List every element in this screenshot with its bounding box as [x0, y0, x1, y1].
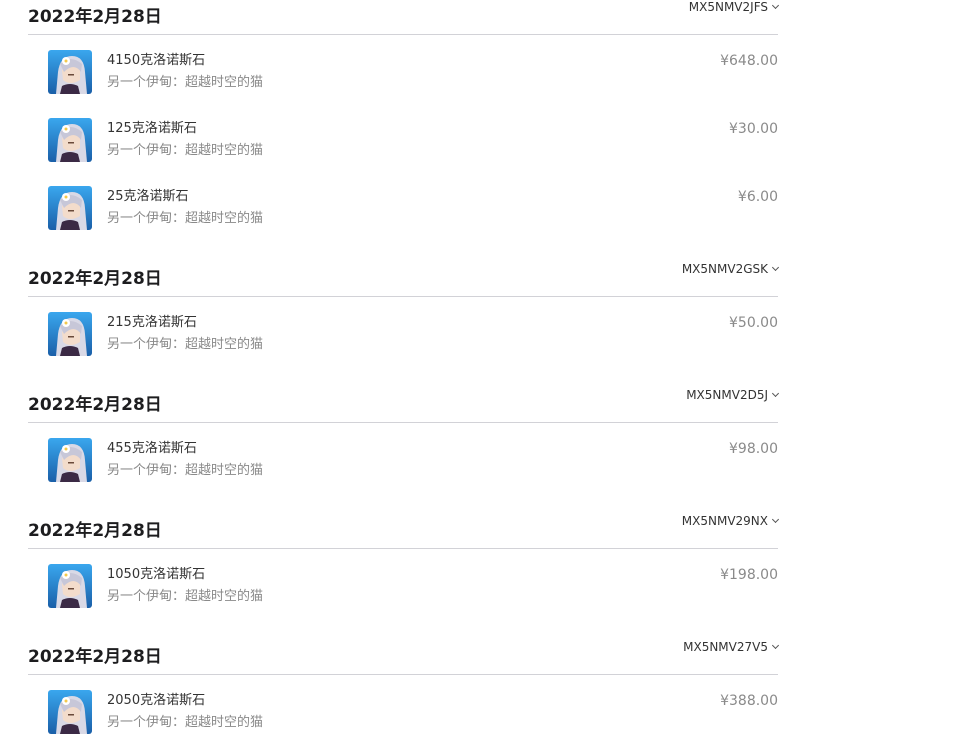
purchase-item[interactable]: 455克洛诺斯石另一个伊甸：超越时空的猫 ¥98.00	[28, 423, 778, 491]
item-price: ¥30.00	[729, 121, 778, 137]
chevron-down-icon	[771, 515, 780, 524]
order-id-toggle[interactable]: MX5NMV29NX	[681, 514, 780, 528]
order-date: 2022年2月28日	[28, 647, 162, 667]
order-group: 2022年2月28日 MX5NMV29NX 1050克洛诺斯石另一个伊甸：超越时空…	[28, 514, 780, 617]
item-app-name: 另一个伊甸：超越时空的猫	[107, 143, 264, 158]
order-group-header: 2022年2月28日 MX5NMV2D5J	[28, 388, 780, 423]
item-title: 125克洛诺斯石	[107, 121, 197, 136]
purchase-item[interactable]: 25克洛诺斯石另一个伊甸：超越时空的猫 ¥6.00	[28, 171, 778, 239]
purchase-item[interactable]: 125克洛诺斯石另一个伊甸：超越时空的猫 ¥30.00	[28, 103, 778, 171]
order-date: 2022年2月28日	[28, 521, 162, 541]
item-price: ¥6.00	[737, 189, 778, 205]
order-id-toggle[interactable]: MX5NMV2GSK	[681, 262, 780, 276]
game-character-icon	[48, 186, 92, 230]
item-app-name: 另一个伊甸：超越时空的猫	[107, 75, 264, 90]
item-title: 455克洛诺斯石	[107, 441, 197, 456]
order-id-label: MX5NMV2GSK	[681, 262, 768, 276]
item-title: 4150克洛诺斯石	[107, 53, 206, 68]
game-character-icon	[48, 50, 92, 94]
item-price: ¥198.00	[720, 567, 778, 583]
chevron-down-icon	[771, 1, 780, 10]
order-id-label: MX5NMV2JFS	[688, 0, 768, 14]
chevron-down-icon	[771, 263, 780, 272]
order-date: 2022年2月28日	[28, 269, 162, 289]
game-character-icon	[48, 438, 92, 482]
chevron-down-icon	[771, 389, 780, 398]
item-title: 2050克洛诺斯石	[107, 693, 206, 708]
chevron-down-icon	[771, 641, 780, 650]
order-id-toggle[interactable]: MX5NMV27V5	[683, 640, 780, 654]
item-app-name: 另一个伊甸：超越时空的猫	[107, 715, 264, 730]
order-group-header: 2022年2月28日 MX5NMV27V5	[28, 640, 780, 675]
item-title: 215克洛诺斯石	[107, 315, 197, 330]
purchase-item[interactable]: 1050克洛诺斯石另一个伊甸：超越时空的猫 ¥198.00	[28, 549, 778, 617]
order-id-toggle[interactable]: MX5NMV2D5J	[686, 388, 780, 402]
game-character-icon	[48, 564, 92, 608]
order-group-header: 2022年2月28日 MX5NMV2JFS	[28, 0, 780, 35]
purchase-history-list: 2022年2月28日 MX5NMV2JFS 4150克洛诺斯石另一个伊甸：超越时空…	[28, 0, 780, 743]
game-character-icon	[48, 690, 92, 734]
order-group-header: 2022年2月28日 MX5NMV29NX	[28, 514, 780, 549]
item-price: ¥98.00	[729, 441, 778, 457]
item-app-name: 另一个伊甸：超越时空的猫	[107, 589, 264, 604]
purchase-item[interactable]: 2050克洛诺斯石另一个伊甸：超越时空的猫 ¥388.00	[28, 675, 778, 743]
game-character-icon	[48, 312, 92, 356]
order-group: 2022年2月28日 MX5NMV27V5 2050克洛诺斯石另一个伊甸：超越时空…	[28, 640, 780, 743]
order-group-header: 2022年2月28日 MX5NMV2GSK	[28, 262, 780, 297]
order-id-label: MX5NMV27V5	[683, 640, 768, 654]
item-app-name: 另一个伊甸：超越时空的猫	[107, 211, 264, 226]
order-id-toggle[interactable]: MX5NMV2JFS	[688, 0, 780, 14]
order-group: 2022年2月28日 MX5NMV2D5J 455克洛诺斯石另一个伊甸：超越时空的…	[28, 388, 780, 491]
purchase-item[interactable]: 4150克洛诺斯石另一个伊甸：超越时空的猫 ¥648.00	[28, 35, 778, 103]
order-group: 2022年2月28日 MX5NMV2GSK 215克洛诺斯石另一个伊甸：超越时空的…	[28, 262, 780, 365]
item-title: 1050克洛诺斯石	[107, 567, 206, 582]
item-price: ¥388.00	[720, 693, 778, 709]
purchase-item[interactable]: 215克洛诺斯石另一个伊甸：超越时空的猫 ¥50.00	[28, 297, 778, 365]
item-app-name: 另一个伊甸：超越时空的猫	[107, 463, 264, 478]
order-id-label: MX5NMV29NX	[681, 514, 768, 528]
order-date: 2022年2月28日	[28, 7, 162, 27]
item-app-name: 另一个伊甸：超越时空的猫	[107, 337, 264, 352]
item-price: ¥648.00	[720, 53, 778, 69]
order-date: 2022年2月28日	[28, 395, 162, 415]
item-title: 25克洛诺斯石	[107, 189, 189, 204]
order-group: 2022年2月28日 MX5NMV2JFS 4150克洛诺斯石另一个伊甸：超越时空…	[28, 0, 780, 239]
item-price: ¥50.00	[729, 315, 778, 331]
order-id-label: MX5NMV2D5J	[686, 388, 768, 402]
game-character-icon	[48, 118, 92, 162]
